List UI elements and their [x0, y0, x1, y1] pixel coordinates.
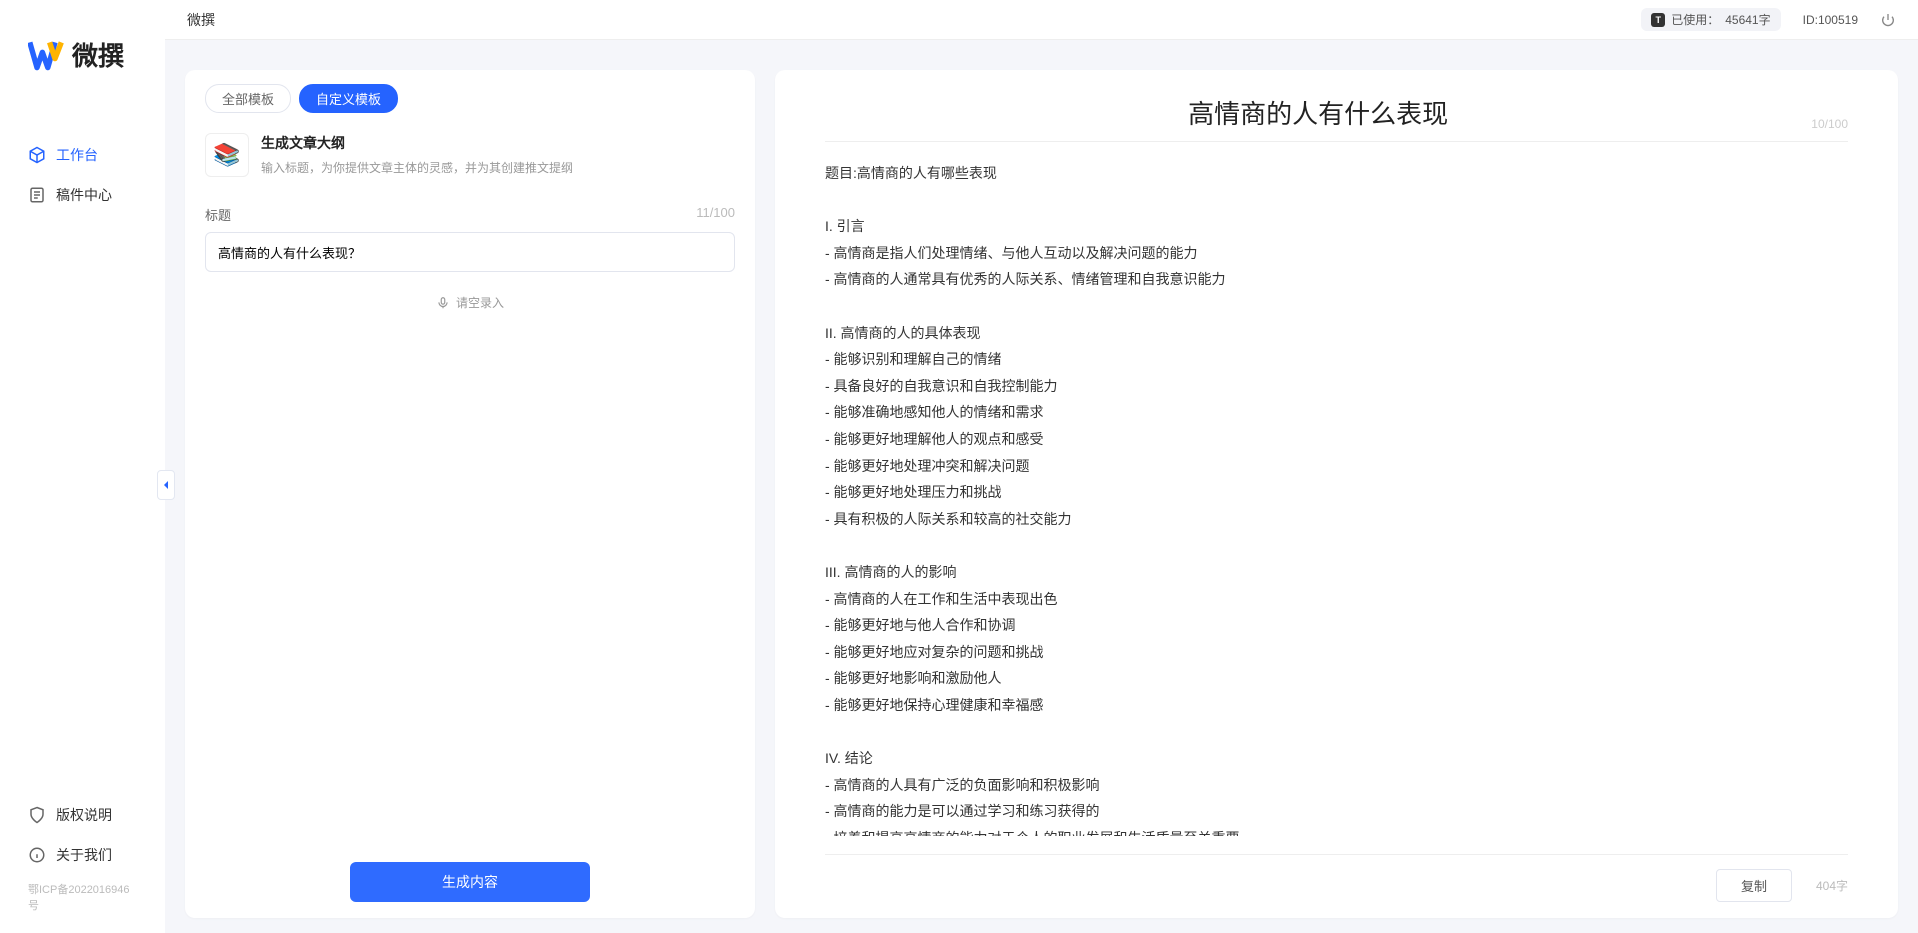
collapse-sidebar-button[interactable]	[157, 470, 175, 500]
nav-label: 工作台	[56, 145, 98, 165]
template-title: 生成文章大纲	[261, 133, 573, 153]
text-count-icon: T	[1651, 13, 1665, 27]
books-icon: 📚	[205, 133, 249, 177]
result-panel: 高情商的人有什么表现 10/100 题目:高情商的人有哪些表现 I. 引言 - …	[775, 70, 1898, 918]
power-icon[interactable]	[1880, 12, 1896, 28]
voice-input-button[interactable]: 请空录入	[185, 294, 755, 311]
result-title: 高情商的人有什么表现	[825, 94, 1811, 131]
title-input[interactable]	[205, 232, 735, 272]
nav-workspace[interactable]: 工作台	[0, 135, 165, 175]
microphone-icon	[436, 296, 450, 310]
usage-value: 45641字	[1725, 11, 1770, 28]
result-title-counter: 10/100	[1811, 117, 1848, 131]
cube-icon	[28, 146, 46, 164]
logo-icon	[28, 37, 64, 73]
sidebar: 微撰 工作台 稿件中心 版权说明 关于我们 鄂ICP备2022016946号	[0, 0, 165, 933]
logo: 微撰	[0, 0, 165, 93]
nav-main: 工作台 稿件中心	[0, 135, 165, 215]
sidebar-bottom: 版权说明 关于我们 鄂ICP备2022016946号	[0, 795, 165, 933]
chevron-left-icon	[161, 480, 171, 490]
title-field-label: 标题	[205, 205, 231, 224]
topbar: 微撰 T 已使用： 45641字 ID:100519	[165, 0, 1918, 40]
nav-copyright[interactable]: 版权说明	[0, 795, 165, 835]
usage-label: 已使用：	[1671, 11, 1719, 28]
nav-label: 关于我们	[56, 845, 112, 865]
input-panel: 全部模板 自定义模板 📚 生成文章大纲 输入标题，为你提供文章主体的灵感，并为其…	[185, 70, 755, 918]
nav-label: 版权说明	[56, 805, 112, 825]
tab-all-templates[interactable]: 全部模板	[205, 84, 291, 113]
logo-text: 微撰	[72, 36, 124, 73]
result-body[interactable]: 题目:高情商的人有哪些表现 I. 引言 - 高情商是指人们处理情绪、与他人互动以…	[825, 160, 1848, 836]
voice-prompt-text: 请空录入	[456, 294, 504, 311]
nav-drafts[interactable]: 稿件中心	[0, 175, 165, 215]
document-icon	[28, 186, 46, 204]
template-card: 📚 生成文章大纲 输入标题，为你提供文章主体的灵感，并为其创建推文提纲	[185, 113, 755, 185]
icp-text: 鄂ICP备2022016946号	[0, 875, 165, 923]
generate-button[interactable]: 生成内容	[350, 862, 590, 902]
shield-icon	[28, 806, 46, 824]
template-desc: 输入标题，为你提供文章主体的灵感，并为其创建推文提纲	[261, 159, 573, 176]
tab-custom-templates[interactable]: 自定义模板	[299, 84, 398, 113]
copy-button[interactable]: 复制	[1716, 869, 1792, 902]
nav-label: 稿件中心	[56, 185, 112, 205]
user-id: ID:100519	[1803, 13, 1858, 27]
info-icon	[28, 846, 46, 864]
result-word-count: 404字	[1816, 877, 1848, 894]
usage-badge[interactable]: T 已使用： 45641字	[1641, 8, 1780, 31]
nav-about[interactable]: 关于我们	[0, 835, 165, 875]
title-field-counter: 11/100	[696, 205, 735, 224]
template-tabs: 全部模板 自定义模板	[185, 84, 755, 113]
page-title: 微撰	[187, 10, 215, 30]
